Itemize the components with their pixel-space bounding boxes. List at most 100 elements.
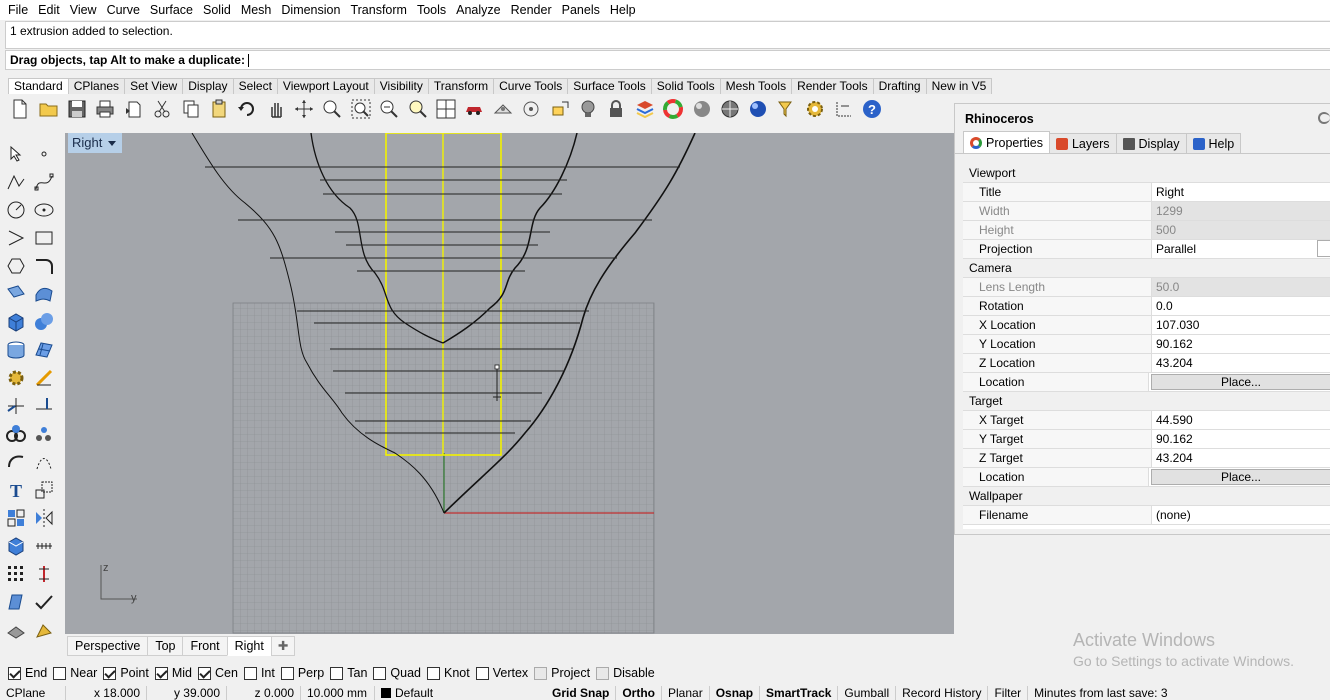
status-osnap[interactable]: Osnap — [710, 686, 761, 700]
status-grid-snap[interactable]: Grid Snap — [546, 686, 617, 700]
menu-surface[interactable]: Surface — [145, 0, 198, 20]
edit-points-icon[interactable] — [30, 449, 58, 475]
mesh-plane-icon[interactable] — [30, 337, 58, 363]
analyze-icon[interactable] — [2, 589, 30, 615]
extrude-surface-icon[interactable] — [30, 281, 58, 307]
dimension-icon[interactable] — [829, 97, 857, 121]
circle-icon[interactable] — [2, 197, 30, 223]
prop-projection-value[interactable]: Parallel — [1152, 240, 1330, 258]
curve-icon[interactable] — [30, 169, 58, 195]
prop-yloc-value[interactable]: 90.162 — [1152, 335, 1330, 353]
cplane-icon[interactable] — [517, 97, 545, 121]
menu-dimension[interactable]: Dimension — [276, 0, 345, 20]
prop-title-value[interactable]: Right — [1152, 183, 1330, 201]
osnap-vertex[interactable]: Vertex — [475, 666, 528, 680]
mirror-icon[interactable] — [30, 505, 58, 531]
vtab-right[interactable]: Right — [226, 636, 272, 656]
osnap-cen[interactable]: Cen — [198, 666, 238, 680]
menu-file[interactable]: File — [3, 0, 33, 20]
prop-ytgt-value[interactable]: 90.162 — [1152, 430, 1330, 448]
osnap-disable-checkbox[interactable] — [596, 666, 610, 680]
camera-place-button[interactable]: Place... — [1151, 374, 1330, 390]
dimension-vertical-icon[interactable] — [30, 561, 58, 587]
open-file-icon[interactable] — [34, 97, 62, 121]
menu-panels[interactable]: Panels — [557, 0, 605, 20]
menu-render[interactable]: Render — [506, 0, 557, 20]
menu-solid[interactable]: Solid — [198, 0, 236, 20]
menu-help[interactable]: Help — [605, 0, 641, 20]
viewport-layout-icon[interactable] — [432, 97, 460, 121]
trim-icon[interactable] — [2, 393, 30, 419]
arc-icon[interactable] — [2, 225, 30, 251]
undo-icon[interactable] — [233, 97, 261, 121]
zoom-extents-icon[interactable] — [375, 97, 403, 121]
join-icon[interactable] — [2, 421, 30, 447]
lock-icon[interactable] — [602, 97, 630, 121]
osnap-tan-checkbox[interactable] — [330, 666, 344, 680]
polygon-icon[interactable] — [2, 253, 30, 279]
ptab-help[interactable]: Help — [1185, 133, 1242, 153]
add-viewport-icon[interactable]: ✚ — [270, 636, 296, 656]
osnap-mid-checkbox[interactable] — [154, 666, 168, 680]
tab-render-tools[interactable]: Render Tools — [791, 78, 874, 94]
tab-display[interactable]: Display — [182, 78, 234, 94]
tab-solid-tools[interactable]: Solid Tools — [650, 78, 721, 94]
status-smarttrack[interactable]: SmartTrack — [760, 686, 839, 700]
render-icon[interactable] — [744, 97, 772, 121]
status-record-history[interactable]: Record History — [896, 686, 989, 700]
osnap-quad-checkbox[interactable] — [373, 666, 387, 680]
paste-icon[interactable] — [205, 97, 233, 121]
prop-xtgt-value[interactable]: 44.590 — [1152, 411, 1330, 429]
osnap-quad[interactable]: Quad — [373, 666, 421, 680]
array-icon[interactable] — [30, 533, 58, 559]
text-icon[interactable]: T — [2, 477, 30, 503]
tab-mesh-tools[interactable]: Mesh Tools — [719, 78, 793, 94]
new-file-icon[interactable] — [6, 97, 34, 121]
osnap-tan[interactable]: Tan — [330, 666, 367, 680]
vtab-front[interactable]: Front — [182, 636, 228, 656]
target-place-button[interactable]: Place... — [1151, 469, 1330, 485]
check-icon[interactable] — [30, 589, 58, 615]
pan-icon[interactable] — [262, 97, 290, 121]
zoom-selected-icon[interactable] — [403, 97, 431, 121]
command-prompt[interactable]: Drag objects, tap Alt to make a duplicat… — [5, 50, 1330, 70]
tab-viewport-layout[interactable]: Viewport Layout — [276, 78, 375, 94]
rebuild-curve-icon[interactable] — [2, 449, 30, 475]
menu-analyze[interactable]: Analyze — [451, 0, 505, 20]
ptab-display[interactable]: Display — [1115, 133, 1187, 153]
osnap-project[interactable]: Project — [534, 666, 590, 680]
named-views-icon[interactable] — [489, 97, 517, 121]
fillet-curve-icon[interactable] — [30, 253, 58, 279]
prop-filename-value[interactable]: (none) — [1152, 506, 1330, 524]
menu-curve[interactable]: Curve — [102, 0, 145, 20]
status-layer[interactable]: Default — [375, 686, 546, 700]
gear-tools-icon[interactable] — [2, 365, 30, 391]
render-material-icon[interactable] — [2, 617, 30, 643]
zoom-dynamic-icon[interactable] — [318, 97, 346, 121]
polyline-icon[interactable] — [2, 169, 30, 195]
tab-surface-tools[interactable]: Surface Tools — [567, 78, 652, 94]
viewport-dropdown-icon[interactable] — [108, 140, 117, 146]
osnap-mid[interactable]: Mid — [154, 666, 192, 680]
status-gumball[interactable]: Gumball — [838, 686, 897, 700]
osnap-point[interactable]: Point — [103, 666, 149, 680]
osnap-cen-checkbox[interactable] — [198, 666, 211, 680]
osnap-perp[interactable]: Perp — [280, 666, 324, 680]
zoom-window-icon[interactable] — [347, 97, 375, 121]
options-gear-icon[interactable] — [801, 97, 829, 121]
scale-icon[interactable] — [30, 477, 58, 503]
menu-transform[interactable]: Transform — [345, 0, 412, 20]
status-filter[interactable]: Filter — [988, 686, 1029, 700]
grid-array-icon[interactable] — [2, 561, 30, 587]
sphere-icon[interactable] — [30, 309, 58, 335]
rendered-icon[interactable] — [716, 97, 744, 121]
select-arrow-icon[interactable] — [2, 141, 30, 167]
viewport-title[interactable]: Right — [68, 133, 123, 153]
help-icon[interactable]: ? — [858, 97, 886, 121]
projection-dropdown-icon[interactable] — [1317, 240, 1330, 257]
rotate-view-icon[interactable] — [290, 97, 318, 121]
menu-mesh[interactable]: Mesh — [236, 0, 277, 20]
color-wheel-icon[interactable] — [659, 97, 687, 121]
menu-tools[interactable]: Tools — [412, 0, 451, 20]
status-ortho[interactable]: Ortho — [616, 686, 663, 700]
